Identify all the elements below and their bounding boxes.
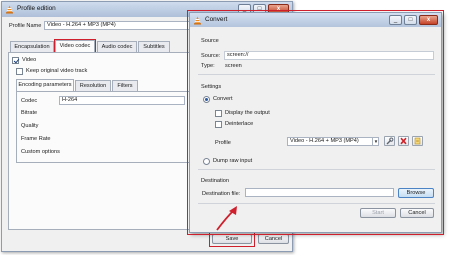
tab-encapsulation[interactable]: Encapsulation <box>10 41 54 52</box>
bitrate-label: Bitrate <box>21 110 38 116</box>
subtab-filters[interactable]: Filters <box>112 80 138 91</box>
convert-window-highlight <box>187 10 444 235</box>
keep-original-label: Keep original video track <box>26 68 88 74</box>
quality-label: Quality <box>21 123 39 129</box>
custom-options-label: Custom options <box>21 149 60 155</box>
codec-select[interactable]: H-264 <box>59 96 185 105</box>
frame-rate-label: Frame Rate <box>21 136 51 142</box>
video-checkbox-label: Video <box>22 57 37 63</box>
keep-original-checkbox[interactable] <box>16 68 23 75</box>
tab-video-codec[interactable]: Video codec <box>55 40 95 52</box>
video-checkbox[interactable] <box>12 57 19 64</box>
vlc-cone-icon <box>5 5 14 14</box>
red-arrow <box>214 204 240 232</box>
window-title: Profile edition <box>17 5 56 12</box>
subtab-encoding-parameters[interactable]: Encoding parameters <box>16 79 74 91</box>
cancel-button[interactable]: Cancel <box>258 234 289 244</box>
subtab-resolution[interactable]: Resolution <box>75 80 111 91</box>
profile-name-label: Profile Name <box>9 23 42 29</box>
tab-subtitles[interactable]: Subtitles <box>138 41 170 52</box>
codec-label: Codec <box>21 98 38 104</box>
tab-audio-codec[interactable]: Audio codec <box>97 41 137 52</box>
